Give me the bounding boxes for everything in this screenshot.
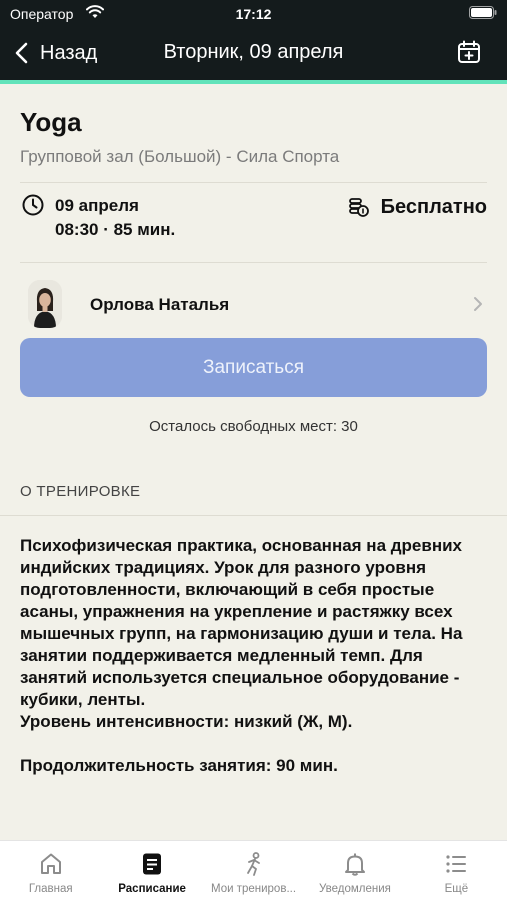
class-date: 09 апреля	[55, 196, 139, 215]
seats-left: Осталось свободных мест: 30	[149, 418, 358, 435]
tab-home[interactable]: Главная	[0, 841, 101, 900]
workout-icon	[246, 852, 260, 876]
section-header-about: О ТРЕНИРОВКЕ	[20, 483, 141, 500]
tab-label: Главная	[28, 883, 73, 895]
top-bar: Оператор 17:12 Назад Вторник, 09 апреля	[0, 0, 507, 80]
clock-icon	[22, 194, 44, 216]
tab-label: Мои трениров...	[210, 883, 297, 895]
bell-icon	[344, 853, 365, 876]
tab-schedule[interactable]: Расписание	[101, 841, 202, 900]
clock-time: 17:12	[235, 6, 272, 22]
trainer-row[interactable]: Орлова Наталья	[20, 278, 487, 332]
tab-my-workouts[interactable]: Мои трениров...	[203, 841, 304, 900]
coins-icon	[349, 198, 369, 217]
schedule-icon	[143, 853, 162, 875]
divider	[0, 515, 507, 516]
calendar-add-icon[interactable]	[457, 40, 481, 64]
page-title: Вторник, 09 апреля	[163, 41, 344, 63]
trainer-name: Орлова Наталья	[90, 295, 230, 314]
class-price: Бесплатно	[380, 196, 487, 218]
enroll-button[interactable]: Записаться	[20, 338, 487, 397]
class-title: Yoga	[20, 107, 82, 137]
tab-label: Ещё	[444, 883, 469, 895]
tab-label: Расписание	[118, 883, 186, 895]
menu-icon	[446, 855, 467, 873]
tab-label: Уведомления	[318, 883, 391, 895]
chevron-right-icon	[474, 297, 482, 311]
home-icon	[40, 853, 61, 874]
person-icon	[28, 280, 62, 328]
divider	[20, 182, 487, 183]
accent-line	[0, 80, 507, 84]
class-location: Групповой зал (Большой) - Сила Спорта	[20, 147, 340, 166]
tab-notifications[interactable]: Уведомления	[304, 841, 405, 900]
tab-bar: Главная Расписание Мои трениров... Уведо…	[0, 840, 507, 900]
tab-more[interactable]: Ещё	[406, 841, 507, 900]
divider	[20, 262, 487, 263]
battery-icon	[469, 6, 497, 19]
trainer-avatar	[28, 280, 62, 328]
class-time: 08:30 · 85 мин.	[55, 220, 176, 239]
class-description: Психофизическая практика, основанная на …	[20, 536, 463, 775]
